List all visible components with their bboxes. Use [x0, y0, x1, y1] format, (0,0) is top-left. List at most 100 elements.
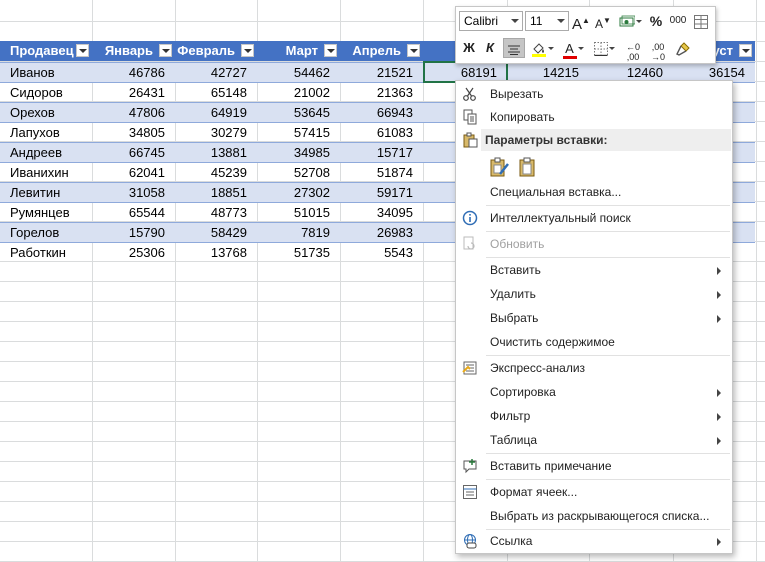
grow-font-button[interactable]: A▲ — [572, 11, 590, 33]
table-cell-value[interactable]: 47806 — [92, 103, 175, 123]
menu-item-insert-comment[interactable]: Вставить примечание — [457, 454, 731, 478]
menu-label: Выбрать из раскрывающегося списка... — [490, 509, 710, 523]
currency-icon — [619, 15, 635, 27]
table-cell-value[interactable]: 25306 — [92, 243, 175, 263]
table-cell-name[interactable]: Орехов — [0, 103, 92, 123]
table-cell-name[interactable]: Иванихин — [0, 163, 92, 183]
table-cell-value[interactable]: 21521 — [340, 63, 423, 83]
menu-item-paste-special[interactable]: Специальная вставка... — [457, 180, 731, 204]
menu-item-insert[interactable]: Вставить — [457, 258, 731, 282]
align-center-button[interactable] — [503, 38, 525, 58]
filter-dropdown-icon[interactable] — [159, 44, 172, 57]
table-cell-value[interactable]: 30279 — [175, 123, 257, 143]
menu-item-smart-lookup[interactable]: Интеллектуальный поиск — [457, 206, 731, 230]
link-icon — [464, 534, 477, 549]
table-cell-value[interactable]: 62041 — [92, 163, 175, 183]
table-cell-value[interactable]: 48773 — [175, 203, 257, 223]
table-cell-value[interactable]: 57415 — [257, 123, 340, 143]
table-cell-value[interactable]: 34805 — [92, 123, 175, 143]
table-cell-value[interactable]: 46786 — [92, 63, 175, 83]
filter-dropdown-icon[interactable] — [76, 44, 89, 57]
font-color-button[interactable]: А — [560, 38, 586, 59]
table-cell-value[interactable]: 54462 — [257, 63, 340, 83]
menu-item-pick-from-list[interactable]: Выбрать из раскрывающегося списка... — [457, 504, 731, 528]
table-cell-name[interactable]: Левитин — [0, 183, 92, 203]
table-cell-value[interactable]: 34095 — [340, 203, 423, 223]
table-cell-value[interactable]: 7819 — [257, 223, 340, 243]
menu-item-cut[interactable]: Вырезать — [457, 82, 731, 106]
table-cell-value[interactable]: 15717 — [340, 143, 423, 163]
filter-dropdown-icon[interactable] — [241, 44, 254, 57]
format-painter-button[interactable] — [673, 38, 693, 58]
comma-style-button[interactable]: 000 — [668, 11, 688, 31]
menu-item-delete[interactable]: Удалить — [457, 282, 731, 306]
mini-toolbar: Calibri 11 A▲ A▼ % 000 Ж К А ←0 ,00 ,00 … — [455, 6, 716, 64]
filter-dropdown-icon[interactable] — [324, 44, 337, 57]
menu-item-link[interactable]: Ссылка — [457, 529, 731, 553]
paste-formatting-icon[interactable] — [488, 156, 510, 178]
font-size-box[interactable]: 11 — [525, 11, 569, 31]
table-cell-value[interactable]: 66943 — [340, 103, 423, 123]
menu-item-table[interactable]: Таблица — [457, 428, 731, 452]
table-cell-value[interactable]: 59171 — [340, 183, 423, 203]
table-cell-value[interactable]: 58429 — [175, 223, 257, 243]
paste-default-icon[interactable] — [517, 156, 539, 178]
table-cell-value[interactable]: 66745 — [92, 143, 175, 163]
menu-item-format-cells[interactable]: Формат ячеек... — [457, 480, 731, 504]
table-cell-value[interactable]: 34985 — [257, 143, 340, 163]
table-cell-name[interactable]: Румянцев — [0, 203, 92, 223]
table-cell-name[interactable]: Сидоров — [0, 83, 92, 103]
table-cell-name[interactable]: Работкин — [0, 243, 92, 263]
font-color-icon: А — [565, 40, 574, 56]
table-cell-value[interactable]: 27302 — [257, 183, 340, 203]
table-cell-value[interactable]: 64919 — [175, 103, 257, 123]
table-cell-value[interactable]: 26983 — [340, 223, 423, 243]
table-cell-name[interactable]: Иванов — [0, 63, 92, 83]
table-cell-value[interactable]: 21002 — [257, 83, 340, 103]
table-cell-value[interactable]: 51735 — [257, 243, 340, 263]
table-cell-value[interactable]: 15790 — [92, 223, 175, 243]
table-cell-value[interactable]: 61083 — [340, 123, 423, 143]
borders-button[interactable] — [591, 38, 617, 58]
menu-item-sort[interactable]: Сортировка — [457, 380, 731, 404]
shrink-font-button[interactable]: A▼ — [594, 11, 612, 31]
decrease-decimal-button[interactable]: ,00 →0 — [647, 38, 669, 62]
table-cell-value[interactable]: 26431 — [92, 83, 175, 103]
filter-dropdown-icon[interactable] — [739, 44, 752, 57]
increase-decimal-button[interactable]: ←0,00 — [622, 38, 644, 62]
table-cell-value[interactable]: 31058 — [92, 183, 175, 203]
table-cell-value[interactable]: 13768 — [175, 243, 257, 263]
paste-icon — [463, 132, 478, 148]
table-cell-name[interactable]: Андреев — [0, 143, 92, 163]
table-cell-value[interactable]: 18851 — [175, 183, 257, 203]
borders-icon — [593, 41, 608, 56]
table-cell-value[interactable]: 42727 — [175, 63, 257, 83]
table-cell-value[interactable]: 65148 — [175, 83, 257, 103]
font-name-box[interactable]: Calibri — [459, 11, 523, 31]
table-cell-value[interactable]: 51874 — [340, 163, 423, 183]
table-cell-name[interactable]: Горелов — [0, 223, 92, 243]
italic-button[interactable]: К — [481, 38, 499, 58]
format-table-button[interactable] — [692, 11, 710, 31]
table-cell-value[interactable]: 53645 — [257, 103, 340, 123]
table-cell-value[interactable]: 65544 — [92, 203, 175, 223]
table-cell-name[interactable]: Лапухов — [0, 123, 92, 143]
menu-label: Фильтр — [490, 409, 531, 423]
menu-item-clear-contents[interactable]: Очистить содержимое — [457, 330, 731, 354]
menu-item-quick-analysis[interactable]: Экспресс-анализ — [457, 356, 731, 380]
table-cell-value[interactable]: 45239 — [175, 163, 257, 183]
table-cell-value[interactable]: 52708 — [257, 163, 340, 183]
bold-button[interactable]: Ж — [460, 38, 478, 58]
menu-item-copy[interactable]: Копировать — [457, 105, 731, 129]
fill-color-button[interactable] — [528, 38, 556, 58]
menu-item-refresh[interactable]: Обновить — [457, 232, 731, 256]
table-cell-value[interactable]: 13881 — [175, 143, 257, 163]
table-cell-value[interactable]: 21363 — [340, 83, 423, 103]
table-cell-value[interactable]: 51015 — [257, 203, 340, 223]
menu-item-select[interactable]: Выбрать — [457, 306, 731, 330]
table-cell-value[interactable]: 5543 — [340, 243, 423, 263]
menu-item-filter[interactable]: Фильтр — [457, 404, 731, 428]
percent-style-button[interactable]: % — [648, 11, 664, 31]
filter-dropdown-icon[interactable] — [407, 44, 420, 57]
accounting-format-button[interactable] — [616, 11, 644, 31]
